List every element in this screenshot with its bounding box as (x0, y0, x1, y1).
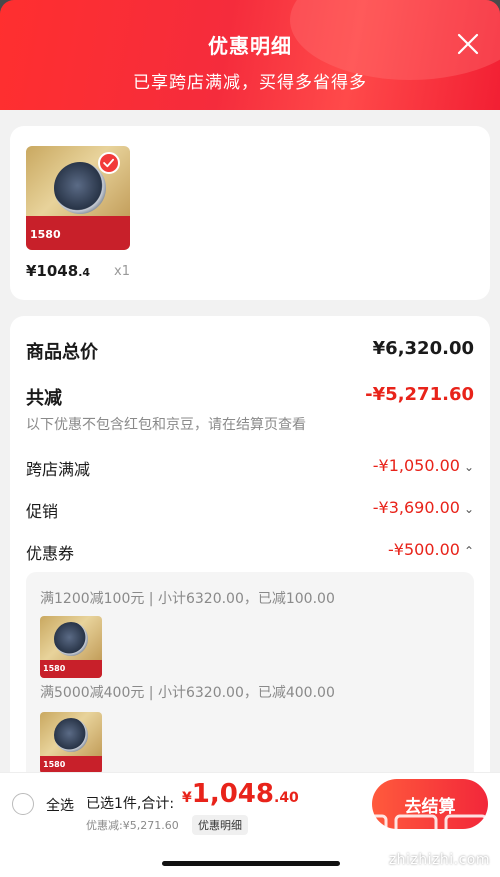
selected-check-icon[interactable] (98, 152, 120, 174)
total-reduction-label: 共减 (26, 388, 62, 409)
discount-amount: -¥1,050.00 (372, 456, 460, 475)
thumbnail-price-tag: 1580 (43, 760, 66, 769)
total-reduction-value: -¥5,271.60 (365, 384, 474, 405)
discount-value: -¥1,050.00 ⌄ (373, 456, 474, 475)
discount-label: 跨店满减 (26, 460, 91, 479)
select-all-label[interactable]: 全选 (46, 795, 74, 815)
discount-amount: -¥3,690.00 (372, 498, 460, 517)
product-card: 1580 ¥1048.4 x1 (10, 126, 490, 300)
watermark-text: zhizhizhi.com (388, 852, 490, 868)
chevron-down-icon[interactable]: ⌄ (464, 460, 474, 474)
watch-image (54, 718, 88, 752)
watch-image (54, 162, 106, 214)
thumbnail-price-tag: 1580 (43, 664, 66, 673)
chevron-down-icon[interactable]: ⌄ (464, 502, 474, 516)
product-price-int: ¥1048 (26, 262, 79, 280)
total-price-value: ¥6,320.00 (372, 338, 474, 359)
discount-detail-header: 优惠明细 已享跨店满减，买得多省得多 (0, 0, 500, 110)
watch-image (54, 622, 88, 656)
page-subtitle: 已享跨店满减，买得多省得多 (133, 73, 367, 93)
discount-detail-link[interactable]: 优惠明细 (192, 815, 248, 835)
coupon-product-thumbnail[interactable]: 1580 (40, 616, 102, 678)
total-integer: 1,048 (191, 779, 274, 809)
product-price-dec: .4 (78, 266, 91, 279)
discount-row-cross-store[interactable]: 跨店满减 -¥1,050.00 ⌄ (26, 456, 474, 480)
home-indicator (162, 861, 340, 866)
close-icon[interactable] (456, 32, 480, 56)
discount-row-coupon[interactable]: 优惠券 -¥500.00 ⌃ (26, 540, 474, 564)
discount-row-promotion[interactable]: 促销 -¥3,690.00 ⌄ (26, 498, 474, 522)
product-price: ¥1048.4 (26, 262, 90, 280)
reduction-note-text: 以下优惠不包含红包和京豆，请在结算页查看 (26, 417, 306, 433)
total-decimal: .40 (274, 790, 299, 806)
page-title: 优惠明细 (208, 34, 292, 58)
total-price-label: 商品总价 (26, 342, 98, 363)
coupon-product-thumbnail[interactable]: 1580 (40, 712, 102, 774)
saving-text: 优惠减:¥5,271.60 (86, 819, 179, 832)
total-price-row: 商品总价 ¥6,320.00 (26, 338, 474, 364)
total-reduction-row: 共减 -¥5,271.60 (26, 384, 474, 410)
coupon-line: 满5000减400元 | 小计6320.00，已减400.00 (40, 685, 335, 701)
discount-value: -¥500.00 ⌃ (388, 540, 474, 559)
chevron-up-icon[interactable]: ⌃ (464, 544, 474, 558)
selected-count-text: 已选1件,合计: (86, 796, 175, 812)
coupon-line: 满1200减100元 | 小计6320.00，已减100.00 (40, 591, 335, 607)
product-quantity: x1 (114, 264, 130, 279)
discount-label: 促销 (26, 502, 59, 521)
discount-label: 优惠券 (26, 544, 75, 563)
discount-value: -¥3,690.00 ⌄ (373, 498, 474, 517)
thumbnail-price-tag: 1580 (30, 228, 61, 241)
discount-amount: -¥500.00 (388, 540, 460, 559)
reduction-note: 以下优惠不包含红包和京豆，请在结算页查看 (26, 414, 474, 434)
select-all-radio[interactable] (12, 793, 34, 815)
total-currency: ¥ (182, 790, 192, 806)
total-amount: ¥1,048.40 (182, 779, 299, 809)
